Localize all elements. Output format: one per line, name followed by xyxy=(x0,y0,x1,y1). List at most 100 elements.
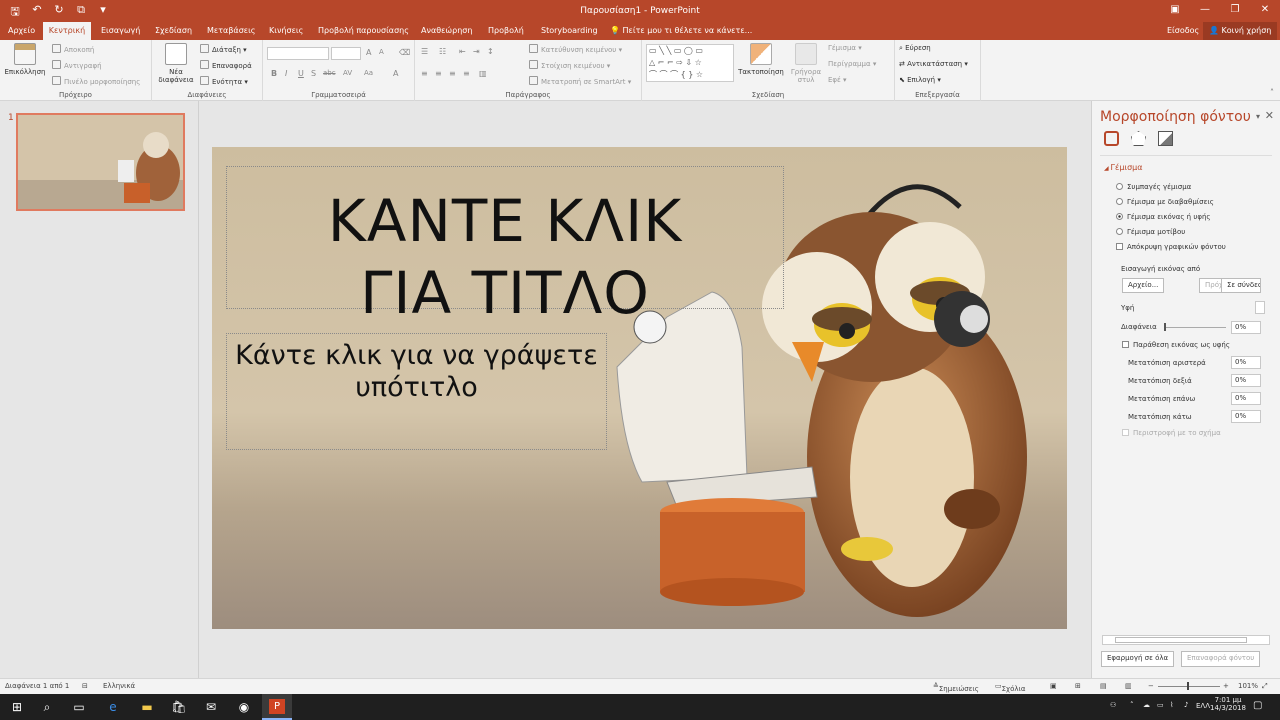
columns-icon[interactable]: ▥ xyxy=(479,69,487,78)
font-size-input[interactable] xyxy=(331,47,361,60)
volume-icon[interactable]: ♪ xyxy=(1184,701,1188,709)
underline-button[interactable]: U xyxy=(298,69,304,78)
tab-animations[interactable]: Κινήσεις xyxy=(265,22,307,40)
notifications-icon[interactable]: ▢ xyxy=(1253,700,1262,711)
onedrive-icon[interactable]: ☁ xyxy=(1143,701,1150,709)
media-player-icon[interactable]: ◉ xyxy=(235,698,253,716)
radio-picture[interactable] xyxy=(1116,213,1123,220)
tab-review[interactable]: Αναθεώρηση xyxy=(417,22,476,40)
notes-button[interactable]: ≙ Σημειώσεις xyxy=(933,682,979,693)
ribbon-display-options-icon[interactable]: ▣ xyxy=(1160,0,1190,22)
people-icon[interactable]: ⚇ xyxy=(1110,701,1116,709)
shape-effects-button[interactable]: Εφέ ▾ xyxy=(828,76,847,84)
close-icon[interactable]: ✕ xyxy=(1250,0,1280,22)
pane-options-icon[interactable]: ▾ xyxy=(1256,112,1260,121)
line-spacing-icon[interactable]: ↕ xyxy=(487,47,494,56)
clear-format-icon[interactable]: ⌫ xyxy=(399,48,410,57)
keyboard-language[interactable]: ΕΛΛ xyxy=(1196,702,1210,710)
new-slide-button[interactable]: Νέα διαφάνεια xyxy=(154,43,198,84)
reset-background-button[interactable]: Επαναφορά φόντου xyxy=(1181,651,1261,667)
mail-icon[interactable]: ✉ xyxy=(202,698,220,716)
transparency-slider[interactable] xyxy=(1164,327,1226,328)
tab-storyboarding[interactable]: Storyboarding xyxy=(537,22,602,40)
tab-home[interactable]: Κεντρική xyxy=(43,22,91,40)
align-center-icon[interactable]: ≡ xyxy=(435,69,442,78)
zoom-slider[interactable] xyxy=(1158,686,1220,687)
layout-button[interactable]: Διάταξη ▾ xyxy=(200,44,247,54)
pane-close-icon[interactable]: ✕ xyxy=(1265,109,1274,122)
gradient-fill-option[interactable]: Γέμισμα με διαβαθμίσεις xyxy=(1116,198,1214,206)
tab-file[interactable]: Αρχείο xyxy=(4,22,39,40)
tab-insert[interactable]: Εισαγωγή xyxy=(97,22,144,40)
replace-button[interactable]: ⇄ Αντικατάσταση ▾ xyxy=(899,60,968,68)
text-direction-button[interactable]: Κατεύθυνση κειμένου ▾ xyxy=(529,44,622,54)
change-case-button[interactable]: Aa xyxy=(364,69,373,77)
tab-view[interactable]: Προβολή xyxy=(484,22,528,40)
font-color-button[interactable]: A xyxy=(393,69,398,78)
increase-indent-icon[interactable]: ⇥ xyxy=(473,47,480,56)
offset-right-input[interactable]: 0% xyxy=(1231,374,1261,387)
fill-section-header[interactable]: Γέμισμα xyxy=(1104,163,1143,172)
reset-button[interactable]: Επαναφορά xyxy=(200,60,252,70)
file-button[interactable]: Αρχείο... xyxy=(1122,278,1165,293)
strikethrough-button[interactable]: abc xyxy=(323,69,336,77)
scrollbar-thumb[interactable] xyxy=(1115,637,1247,643)
rotate-with-shape-checkbox[interactable]: Περιστροφή με το σχήμα xyxy=(1122,429,1221,437)
offset-left-input[interactable]: 0% xyxy=(1231,356,1261,369)
powerpoint-taskbar-button[interactable]: P xyxy=(262,694,292,720)
clock[interactable]: 7:01 μμ 14/3/2018 xyxy=(1210,696,1246,712)
section-button[interactable]: Ενότητα ▾ xyxy=(200,76,248,86)
slide-thumbnail[interactable] xyxy=(16,113,185,211)
network-icon[interactable]: ⌇ xyxy=(1170,701,1173,709)
pane-horizontal-scrollbar[interactable] xyxy=(1102,635,1270,645)
effects-pentagon-icon[interactable] xyxy=(1131,131,1146,146)
picture-fill-option[interactable]: Γέμισμα εικόνας ή υφής xyxy=(1116,213,1211,221)
numbering-icon[interactable]: ☷ xyxy=(439,47,446,56)
fit-to-window-icon[interactable]: ⤢ xyxy=(1262,682,1268,691)
slide-sorter-icon[interactable]: ⊞ xyxy=(1075,682,1081,690)
shape-outline-button[interactable]: Περίγραμμα ▾ xyxy=(828,60,876,68)
spell-check-icon[interactable]: ⊟ xyxy=(82,682,88,690)
edge-browser-icon[interactable]: e xyxy=(104,698,122,716)
decrease-indent-icon[interactable]: ⇤ xyxy=(459,47,466,56)
quick-styles-button[interactable]: Γρήγορα στυλ xyxy=(786,43,826,84)
checkbox-tile[interactable] xyxy=(1122,341,1129,348)
align-left-icon[interactable]: ≡ xyxy=(421,69,428,78)
format-painter-button[interactable]: Πινέλο μορφοποίησης xyxy=(52,76,140,86)
grow-font-button[interactable]: A xyxy=(366,48,371,57)
smartart-button[interactable]: Μετατροπή σε SmartArt ▾ xyxy=(529,76,631,86)
fill-bucket-icon[interactable] xyxy=(1104,131,1119,146)
subtitle-placeholder[interactable]: Κάντε κλικ για να γράψετε υπότιτλο xyxy=(226,333,607,450)
sign-in-link[interactable]: Είσοδος xyxy=(1167,22,1199,40)
find-button[interactable]: ⌕ Εύρεση xyxy=(899,44,931,53)
normal-view-icon[interactable]: ▣ xyxy=(1050,682,1057,690)
windows-start-icon[interactable]: ⊞ xyxy=(8,698,26,716)
file-explorer-icon[interactable]: ▬ xyxy=(138,698,156,716)
align-text-button[interactable]: Στοίχιση κειμένου ▾ xyxy=(529,60,610,70)
radio-solid[interactable] xyxy=(1116,183,1123,190)
select-button[interactable]: ⬉ Επιλογή ▾ xyxy=(899,76,941,84)
align-right-icon[interactable]: ≡ xyxy=(449,69,456,78)
search-taskbar-icon[interactable]: ⌕ xyxy=(38,698,56,716)
justify-icon[interactable]: ≡ xyxy=(463,69,470,78)
arrange-button[interactable]: Τακτοποίηση xyxy=(738,43,784,76)
shrink-font-button[interactable]: A xyxy=(379,48,384,56)
title-placeholder[interactable]: ΚΑΝΤΕ ΚΛΙΚ ΓΙΑ ΤΙΤΛΟ xyxy=(226,166,784,327)
shape-fill-button[interactable]: Γέμισμα ▾ xyxy=(828,44,862,52)
offset-top-input[interactable]: 0% xyxy=(1231,392,1261,405)
tell-me-box[interactable]: 💡 Πείτε μου τι θέλετε να κάνετε... xyxy=(610,22,752,40)
shadow-button[interactable]: S xyxy=(311,69,316,78)
tile-checkbox[interactable]: Παράθεση εικόνας ως υφής xyxy=(1122,341,1230,349)
online-button[interactable]: Σε σύνδεσ xyxy=(1221,278,1261,293)
zoom-in-icon[interactable]: + xyxy=(1223,682,1229,690)
tab-transitions[interactable]: Μεταβάσεις xyxy=(203,22,260,40)
language-status[interactable]: Ελληνικά xyxy=(103,682,135,690)
italic-button[interactable]: I xyxy=(285,69,287,78)
radio-pattern[interactable] xyxy=(1116,228,1123,235)
slide-canvas[interactable]: ΚΑΝΤΕ ΚΛΙΚ ΓΙΑ ΤΙΤΛΟ Κάντε κλικ για να γ… xyxy=(212,147,1067,629)
cut-button[interactable]: Αποκοπή xyxy=(52,44,94,54)
char-spacing-button[interactable]: AV xyxy=(343,69,352,77)
collapse-ribbon-icon[interactable]: ˄ xyxy=(1270,88,1274,97)
picture-icon[interactable] xyxy=(1158,131,1173,146)
offset-bottom-input[interactable]: 0% xyxy=(1231,410,1261,423)
